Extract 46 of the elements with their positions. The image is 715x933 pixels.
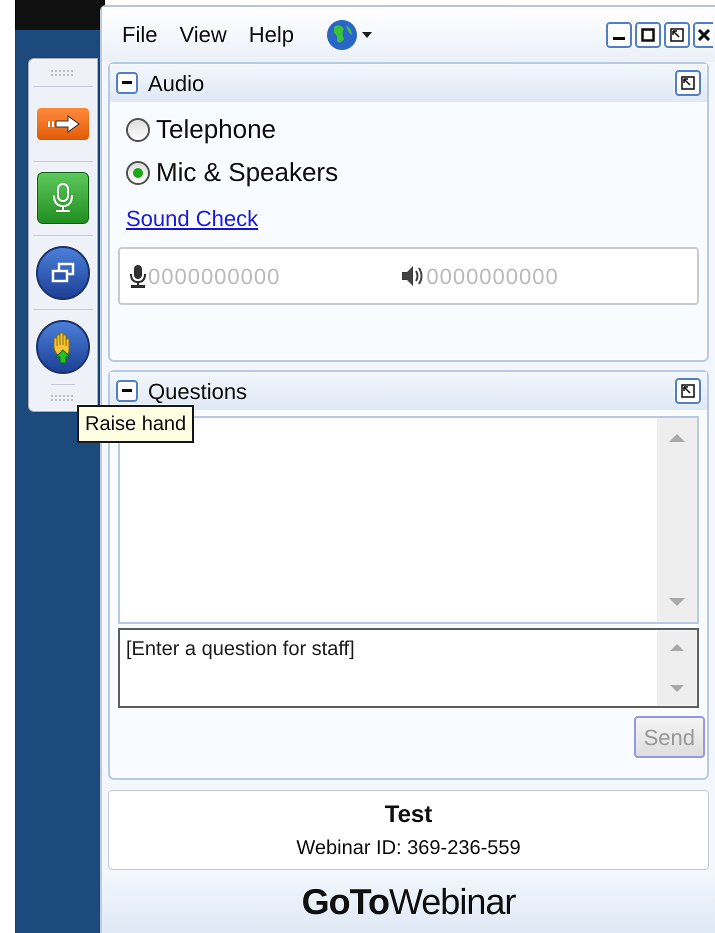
- radio-option[interactable]: Telephone: [126, 110, 707, 149]
- scroll-down-icon: [669, 598, 685, 606]
- scroll-up-icon: [670, 644, 684, 651]
- logo: GoToWebinar: [302, 880, 516, 924]
- globe-icon: [326, 18, 358, 50]
- menu-item[interactable]: View: [179, 18, 227, 51]
- maximize-button[interactable]: [635, 22, 661, 48]
- popout-button[interactable]: [664, 22, 690, 48]
- panel-title: Questions: [148, 378, 248, 406]
- scrollbar[interactable]: [657, 630, 697, 706]
- minimize-button[interactable]: [606, 22, 632, 48]
- question-input[interactable]: [Enter a question for staff]: [118, 628, 699, 708]
- webinar-title: Test: [384, 800, 432, 830]
- grip-icon[interactable]: [51, 394, 75, 401]
- speaker-level-reading: 0000000000: [426, 262, 559, 290]
- popout-icon: [681, 76, 695, 90]
- popout-icon: [670, 28, 684, 42]
- windows-icon: [51, 262, 75, 284]
- microphone-icon: [52, 183, 74, 214]
- scrollbar[interactable]: [657, 418, 697, 622]
- tooltip: Raise hand: [77, 405, 194, 443]
- close-button[interactable]: [693, 22, 713, 48]
- collapse-button[interactable]: [116, 72, 138, 94]
- caret-icon: [362, 32, 372, 38]
- radio-option[interactable]: Mic & Speakers: [126, 153, 707, 192]
- webinar-id: Webinar ID: 369-236-559: [296, 836, 521, 861]
- menu-item[interactable]: Help: [248, 18, 294, 51]
- scroll-up-icon: [669, 434, 685, 442]
- microphone-icon: [128, 264, 148, 288]
- close-icon: [698, 28, 710, 40]
- sound-check-link[interactable]: Sound Check: [126, 202, 258, 235]
- minus-icon: [122, 81, 132, 85]
- popout-icon: [681, 384, 695, 398]
- minus-icon: [122, 389, 132, 393]
- minimize-icon: [613, 37, 625, 40]
- scroll-down-icon: [670, 685, 684, 692]
- popout-button[interactable]: [675, 378, 701, 404]
- globe-dropdown[interactable]: [326, 18, 372, 50]
- arrow-icon: [46, 115, 80, 134]
- collapse-button[interactable]: [116, 380, 138, 402]
- menu-item[interactable]: File: [122, 18, 158, 51]
- mic-level-reading: 0000000000: [148, 262, 280, 290]
- maximize-icon: [641, 28, 655, 42]
- panel-title: Audio: [148, 70, 204, 98]
- popout-button[interactable]: [675, 70, 701, 96]
- grip-icon[interactable]: [51, 70, 75, 76]
